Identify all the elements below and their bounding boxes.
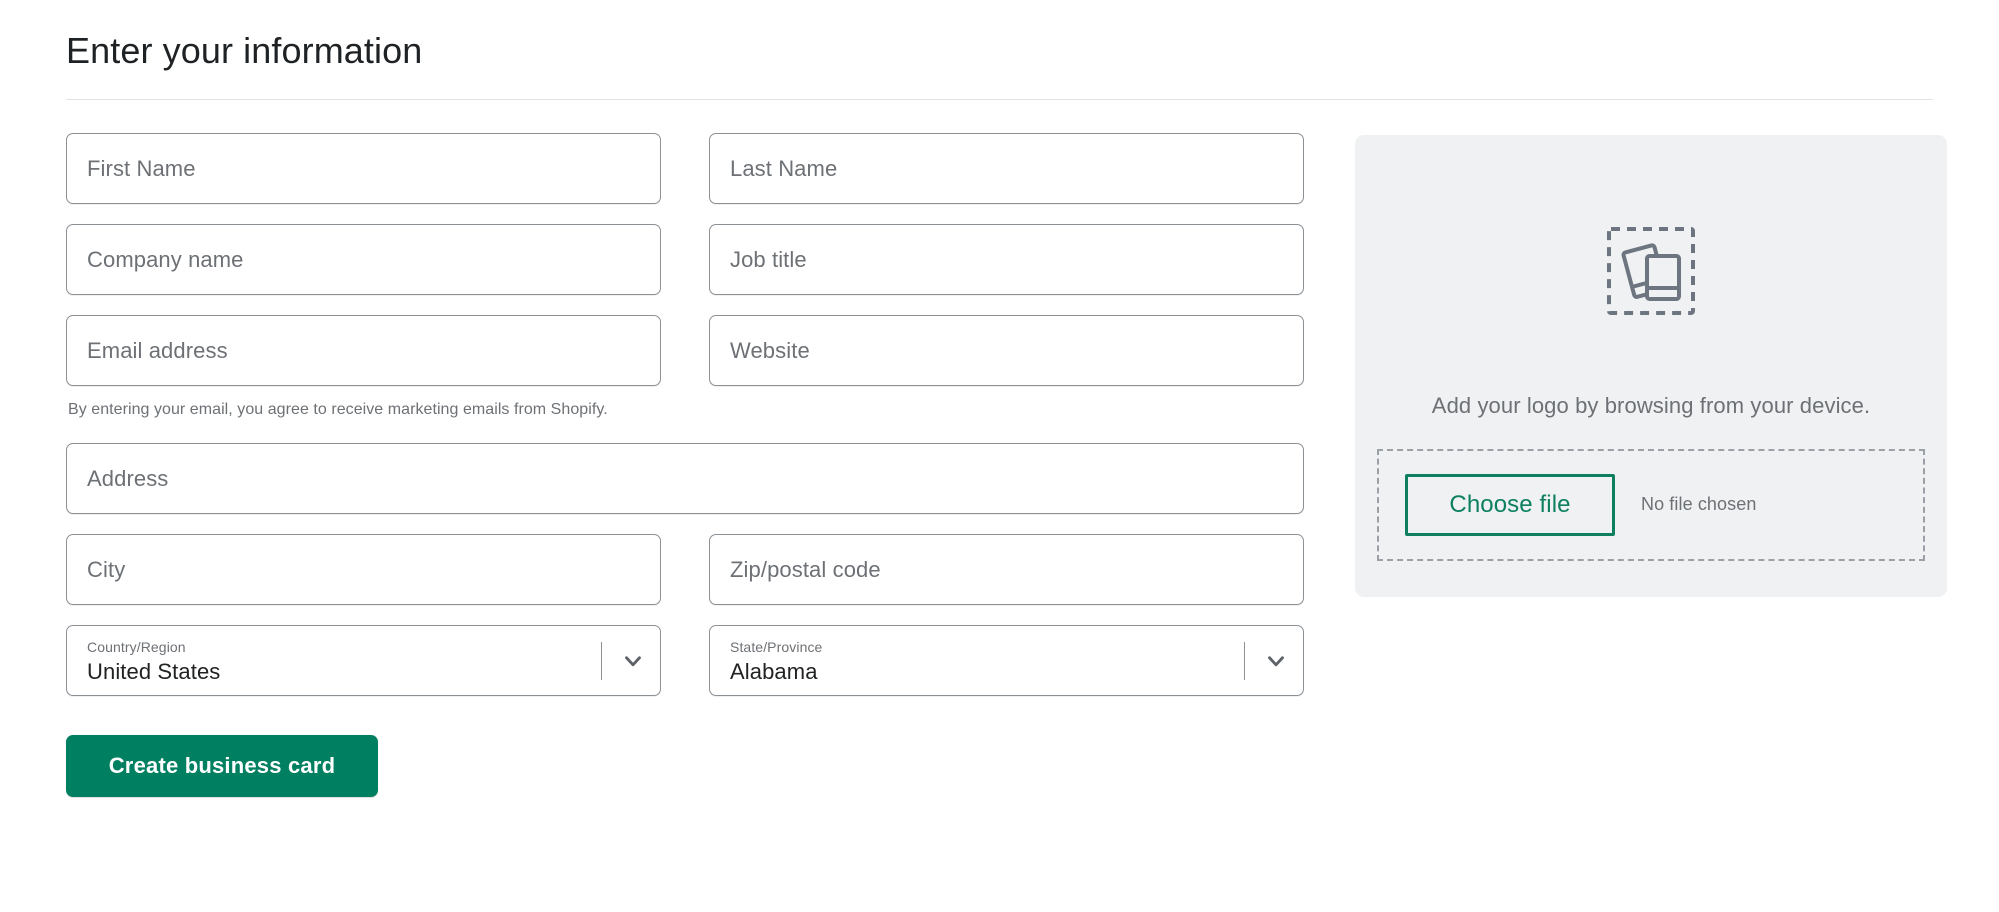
last-name-wrapper: Last Name — [709, 133, 1304, 204]
content-area: First Name Last Name Company name Job ti… — [0, 100, 1999, 798]
chevron-down-icon[interactable] — [1263, 626, 1303, 695]
create-business-card-button[interactable]: Create business card — [66, 735, 378, 798]
form-row-names: First Name Last Name — [66, 133, 1304, 204]
form-row-city-zip: City Zip/postal code — [66, 534, 1304, 606]
job-title-placeholder: Job title — [730, 246, 807, 272]
zip-wrapper: Zip/postal code — [709, 534, 1304, 606]
country-region-select[interactable]: Country/Region United States — [66, 625, 661, 697]
company-name-input[interactable]: Company name — [66, 224, 661, 295]
country-region-text: Country/Region United States — [87, 630, 601, 692]
last-name-input[interactable]: Last Name — [709, 133, 1304, 204]
zip-postal-code-input[interactable]: Zip/postal code — [709, 534, 1304, 606]
job-title-wrapper: Job title — [709, 224, 1304, 295]
chevron-down-icon[interactable] — [620, 626, 660, 695]
page-header: Enter your information — [0, 0, 1999, 100]
form-row-company: Company name Job title — [66, 224, 1304, 295]
logo-upload-column: Add your logo by browsing from your devi… — [1355, 133, 1947, 597]
state-select-divider — [1244, 641, 1245, 680]
form-row-address: Address — [66, 443, 1304, 515]
images-placeholder-icon — [1603, 223, 1699, 319]
form-row-contact: Email address Website — [66, 315, 1304, 386]
page-title: Enter your information — [66, 30, 423, 71]
address-wrapper: Address — [66, 443, 1304, 515]
job-title-input[interactable]: Job title — [709, 224, 1304, 295]
website-wrapper: Website — [709, 315, 1304, 386]
company-name-placeholder: Company name — [87, 246, 244, 272]
email-address-wrapper: Email address — [66, 315, 661, 386]
no-file-chosen-text: No file chosen — [1641, 494, 1757, 515]
city-placeholder: City — [87, 556, 126, 582]
website-input[interactable]: Website — [709, 315, 1304, 386]
country-select-divider — [601, 641, 602, 680]
company-name-wrapper: Company name — [66, 224, 661, 295]
email-address-input[interactable]: Email address — [66, 315, 661, 386]
city-wrapper: City — [66, 534, 661, 606]
first-name-wrapper: First Name — [66, 133, 661, 204]
logo-upload-caption: Add your logo by browsing from your devi… — [1431, 393, 1871, 418]
state-province-wrapper: State/Province Alabama — [709, 625, 1304, 697]
address-placeholder: Address — [87, 465, 169, 491]
email-address-placeholder: Email address — [87, 337, 228, 363]
marketing-disclaimer: By entering your email, you agree to rec… — [68, 401, 608, 418]
state-province-label: State/Province — [730, 638, 823, 655]
city-input[interactable]: City — [66, 534, 661, 606]
country-region-wrapper: Country/Region United States — [66, 625, 661, 697]
first-name-placeholder: First Name — [87, 155, 196, 181]
logo-upload-panel: Add your logo by browsing from your devi… — [1355, 135, 1947, 597]
business-card-form-page: Enter your information First Name Last N… — [0, 0, 1999, 912]
zip-postal-code-placeholder: Zip/postal code — [730, 556, 881, 582]
information-form: First Name Last Name Company name Job ti… — [66, 133, 1304, 798]
state-province-text: State/Province Alabama — [730, 630, 1244, 692]
country-region-label: Country/Region — [87, 638, 186, 655]
website-placeholder: Website — [730, 337, 810, 363]
file-dropzone[interactable]: Choose file No file chosen — [1377, 448, 1925, 561]
state-province-select[interactable]: State/Province Alabama — [709, 625, 1304, 697]
last-name-placeholder: Last Name — [730, 155, 838, 181]
choose-file-button[interactable]: Choose file — [1405, 473, 1615, 536]
first-name-input[interactable]: First Name — [66, 133, 661, 204]
form-row-country-state: Country/Region United States State/Provi… — [66, 625, 1304, 697]
country-region-value: United States — [87, 659, 221, 685]
state-province-value: Alabama — [730, 659, 818, 685]
address-input[interactable]: Address — [66, 443, 1304, 515]
